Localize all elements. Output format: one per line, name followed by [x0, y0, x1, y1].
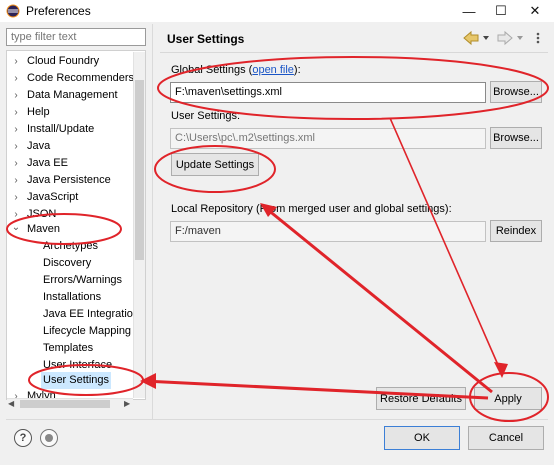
restore-defaults-button[interactable]: Restore Defaults — [376, 387, 466, 410]
scroll-right-icon[interactable]: ▶ — [124, 399, 130, 408]
chevron-right-icon[interactable]: › — [11, 155, 21, 172]
annotation-arrow-line — [389, 117, 503, 375]
window-title: Preferences — [26, 4, 91, 18]
tree-item-label: User Settings — [41, 372, 112, 389]
cancel-button[interactable]: Cancel — [468, 426, 544, 450]
scroll-left-icon[interactable]: ◀ — [8, 399, 14, 408]
footer-separator — [6, 419, 548, 420]
chevron-right-icon[interactable]: › — [11, 87, 21, 104]
global-settings-label-text: Global Settings ( — [171, 64, 253, 76]
filter-input[interactable] — [6, 28, 146, 46]
view-menu-icon[interactable] — [536, 32, 540, 44]
local-repository-field[interactable]: F:/maven — [170, 221, 486, 242]
global-browse-button[interactable]: Browse... — [490, 81, 542, 103]
navigation-toolbar — [463, 30, 540, 46]
tree-item-label: Code Recommenders — [27, 72, 134, 84]
tree-item-label: Discovery — [43, 257, 92, 269]
chevron-right-icon[interactable]: › — [11, 172, 21, 189]
chevron-down-icon[interactable]: ⌄ — [11, 219, 21, 236]
preference-tree[interactable]: › Cloud Foundry › Code Recommenders › Data … — [6, 50, 146, 400]
user-browse-button[interactable]: Browse... — [490, 127, 542, 149]
tree-item-label: Help — [27, 106, 50, 118]
local-repository-label: Local Repository (From merged user and g… — [171, 203, 452, 215]
tree-horizontal-scrollbar-thumb[interactable] — [20, 400, 110, 408]
update-settings-button[interactable]: Update Settings — [171, 153, 259, 176]
panel-divider[interactable] — [152, 24, 153, 419]
tree-item-label: JavaScript — [27, 191, 79, 203]
chevron-right-icon[interactable]: › — [11, 104, 21, 121]
tree-item-label: Install/Update — [27, 123, 95, 135]
apply-button[interactable]: Apply — [474, 387, 542, 410]
chevron-right-icon[interactable]: › — [11, 138, 21, 155]
tree-item-label: Java EE — [27, 157, 68, 169]
tree-vertical-scrollbar-thumb[interactable] — [135, 80, 144, 260]
import-export-icon[interactable] — [40, 429, 58, 447]
user-settings-label: User Settings: — [171, 110, 241, 122]
tree-item-label: Data Management — [27, 89, 118, 101]
reindex-button[interactable]: Reindex — [490, 220, 542, 242]
tree-item-label: Archetypes — [43, 240, 99, 252]
chevron-right-icon[interactable]: › — [11, 53, 21, 70]
tree-item-label: Java — [27, 140, 51, 152]
global-settings-label-end: ): — [293, 64, 301, 76]
chevron-right-icon[interactable]: › — [11, 70, 21, 87]
page-title: User Settings — [167, 32, 245, 46]
annotation-arrowhead-apply — [494, 362, 508, 378]
close-button[interactable]: ✕ — [518, 0, 552, 22]
minimize-button[interactable]: — — [452, 0, 486, 22]
chevron-right-icon[interactable]: › — [11, 189, 21, 206]
user-settings-field[interactable]: C:\Users\pc\.m2\settings.xml — [170, 128, 486, 149]
tree-item-label: Maven — [27, 223, 61, 235]
tree-item-label: Installations — [43, 291, 102, 303]
tree-item-label: Templates — [43, 342, 94, 354]
tree-item-label: Cloud Foundry — [27, 55, 100, 67]
tree-item-label: Lifecycle Mapping — [43, 325, 132, 337]
chevron-right-icon[interactable]: › — [11, 121, 21, 138]
ok-button[interactable]: OK — [384, 426, 460, 450]
global-settings-label: Global Settings (open file): — [171, 64, 301, 76]
tree-item-label: Errors/Warnings — [43, 274, 123, 286]
tree-item-label: Java EE Integratio — [43, 308, 133, 320]
back-menu-chevron-icon[interactable] — [483, 36, 489, 40]
forward-menu-chevron-icon[interactable] — [517, 36, 523, 40]
open-file-link[interactable]: open file — [252, 64, 294, 76]
header-separator — [160, 52, 548, 53]
eclipse-icon — [6, 4, 20, 18]
forward-arrow-icon[interactable] — [497, 30, 513, 46]
maximize-button[interactable]: ☐ — [484, 0, 518, 22]
import-export-dot — [45, 434, 53, 442]
help-icon[interactable]: ? — [14, 429, 32, 447]
global-settings-field[interactable]: F:\maven\settings.xml — [170, 82, 486, 103]
tree-item-label: Java Persistence — [27, 174, 111, 186]
back-arrow-icon[interactable] — [463, 30, 479, 46]
